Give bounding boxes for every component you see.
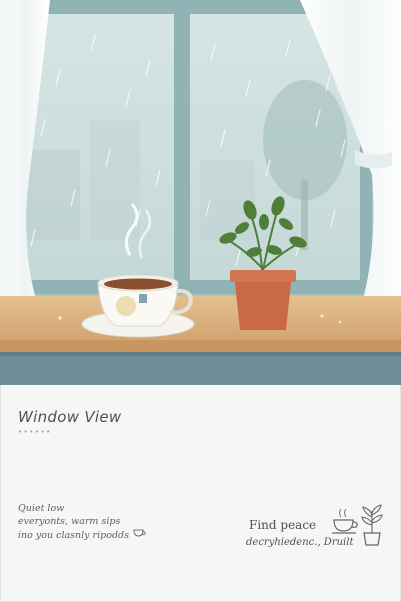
tagline-primary: Find peace (249, 518, 317, 532)
teacup-icon (331, 507, 359, 541)
blurb-line-with-icon: ino you clasnly ripodds (18, 528, 147, 543)
book-cover: Window View •••••• Quiet low everyonts, … (0, 0, 401, 602)
window-illustration (0, 0, 401, 385)
cover-title: Window View (18, 408, 122, 426)
cover-blurb: Quiet low everyonts, warm sips ino you c… (18, 503, 147, 543)
blurb-line: ino you clasnly ripodds (18, 529, 129, 541)
potted-plant-icon (360, 503, 384, 551)
title-ornament: •••••• (18, 428, 52, 436)
blurb-line: everyonts, warm sips (18, 515, 121, 527)
blurb-line: Quiet low (18, 503, 65, 514)
teacup-icon (133, 528, 147, 543)
